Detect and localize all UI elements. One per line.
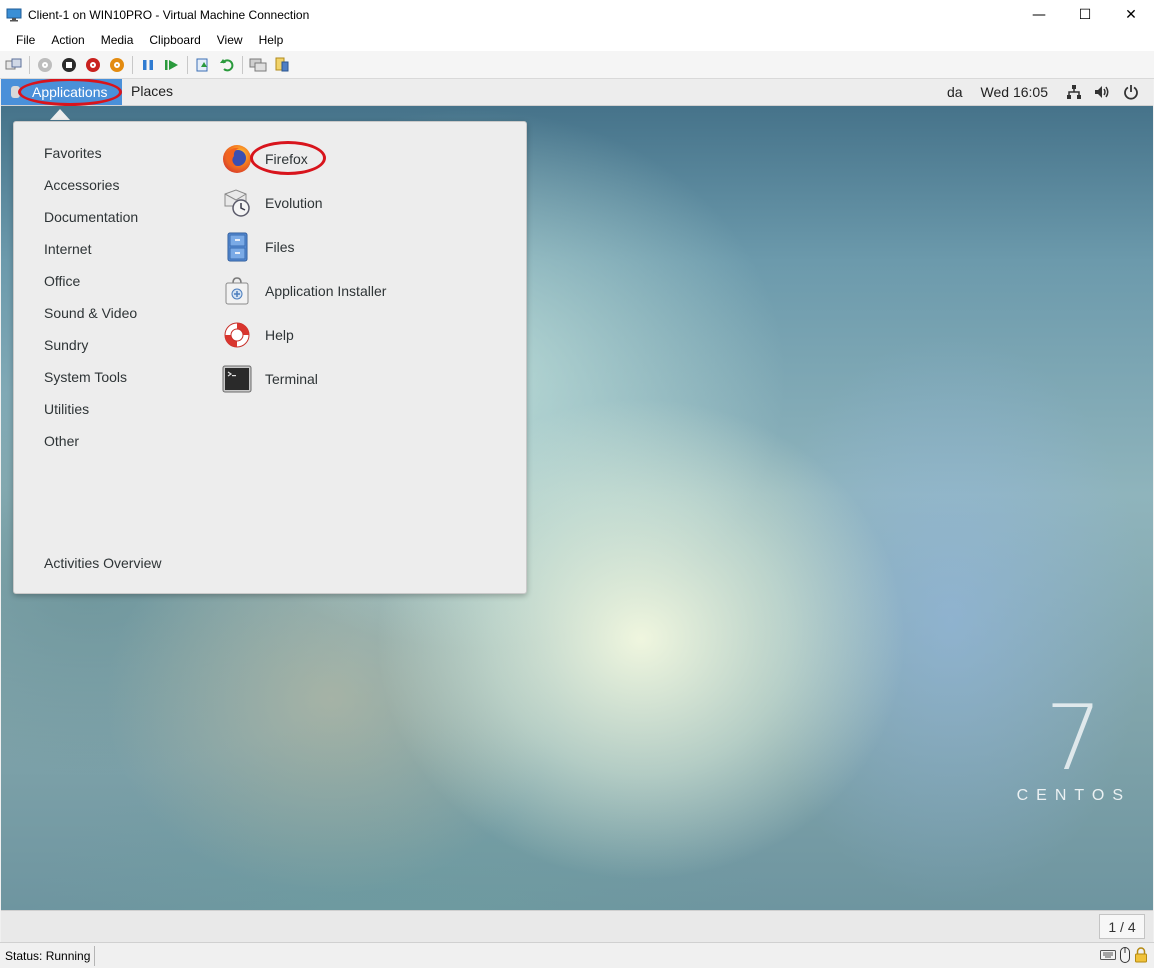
status-bar: Status: Running (0, 942, 1154, 968)
annotation-ellipse (250, 141, 326, 175)
vm-screen[interactable]: Applications Places da Wed 16:05 Favorit… (1, 79, 1153, 910)
volume-icon[interactable] (1094, 84, 1111, 100)
menu-pointer-arrow (50, 109, 70, 120)
shut-down-icon[interactable] (83, 55, 103, 75)
firefox-icon (222, 144, 252, 174)
toolbar-separator (29, 55, 30, 74)
turn-off-icon[interactable] (59, 55, 79, 75)
category-utilities[interactable]: Utilities (44, 401, 89, 417)
app-help[interactable]: Help (222, 319, 294, 351)
keyboard-layout-indicator[interactable]: da (947, 84, 963, 100)
category-accessories[interactable]: Accessories (44, 177, 119, 193)
category-office[interactable]: Office (44, 273, 80, 289)
vm-toolbar (0, 51, 1154, 79)
menu-media[interactable]: Media (93, 33, 142, 47)
app-installer-icon (222, 276, 252, 306)
menu-help[interactable]: Help (251, 33, 292, 47)
app-name: Application Installer (265, 283, 387, 299)
files-icon (222, 232, 252, 262)
centos-wordmark: CENTOS (1016, 787, 1131, 804)
checkpoint-icon[interactable] (193, 55, 213, 75)
app-evolution[interactable]: Evolution (222, 187, 323, 219)
enhanced-session-icon[interactable] (248, 55, 268, 75)
vm-connection-app-icon (6, 8, 22, 22)
workspace-indicator[interactable]: 1 / 4 (1099, 914, 1145, 939)
app-name: Files (265, 239, 295, 255)
evolution-icon (222, 188, 252, 218)
category-sundry[interactable]: Sundry (44, 337, 88, 353)
window-titlebar: Client-1 on WIN10PRO - Virtual Machine C… (0, 0, 1154, 29)
network-icon[interactable] (1066, 84, 1082, 100)
window-title: Client-1 on WIN10PRO - Virtual Machine C… (28, 7, 310, 22)
toolbar-separator (132, 55, 133, 74)
menu-bar: File Action Media Clipboard View Help (0, 29, 1154, 51)
toolbar-separator (187, 55, 188, 74)
category-favorites[interactable]: Favorites (44, 145, 102, 161)
clock[interactable]: Wed 16:05 (981, 84, 1048, 100)
menu-clipboard[interactable]: Clipboard (141, 33, 208, 47)
centos-version-number: 7 (1045, 686, 1103, 791)
close-button[interactable]: ✕ (1108, 0, 1154, 29)
activities-overview[interactable]: Activities Overview (44, 555, 161, 571)
keyboard-icon (1100, 949, 1116, 961)
category-other[interactable]: Other (44, 433, 79, 449)
minimize-button[interactable]: — (1016, 0, 1062, 29)
ctrl-alt-del-icon[interactable] (4, 55, 24, 75)
app-name: Evolution (265, 195, 323, 211)
annotation-ellipse (18, 79, 122, 106)
app-name: Help (265, 327, 294, 343)
close-icon: ✕ (1125, 6, 1137, 23)
menu-action[interactable]: Action (43, 33, 92, 47)
resume-icon[interactable] (162, 55, 182, 75)
revert-icon[interactable] (217, 55, 237, 75)
power-icon[interactable] (1123, 84, 1139, 100)
category-documentation[interactable]: Documentation (44, 209, 138, 225)
toolbar-separator (242, 55, 243, 74)
maximize-button[interactable]: ☐ (1062, 0, 1108, 29)
start-icon[interactable] (35, 55, 55, 75)
category-system-tools[interactable]: System Tools (44, 369, 127, 385)
status-divider (94, 946, 95, 966)
mouse-icon (1120, 947, 1130, 963)
places-menu-button[interactable]: Places (131, 83, 173, 99)
app-files[interactable]: Files (222, 231, 295, 263)
gnome-top-bar: Applications Places da Wed 16:05 (1, 79, 1153, 106)
app-application-installer[interactable]: Application Installer (222, 275, 386, 307)
centos-logo: 7 CENTOS (1016, 686, 1131, 805)
app-terminal[interactable]: Terminal (222, 363, 318, 395)
app-name: Terminal (265, 371, 318, 387)
lock-icon (1134, 947, 1148, 963)
save-icon[interactable] (107, 55, 127, 75)
menu-view[interactable]: View (209, 33, 251, 47)
share-icon[interactable] (272, 55, 292, 75)
category-sound-video[interactable]: Sound & Video (44, 305, 137, 321)
category-internet[interactable]: Internet (44, 241, 91, 257)
gnome-window-list: 1 / 4 (1, 910, 1153, 942)
terminal-icon (222, 364, 252, 394)
maximize-icon: ☐ (1078, 6, 1092, 23)
pause-icon[interactable] (138, 55, 158, 75)
help-lifebuoy-icon (222, 320, 252, 350)
vm-status: Status: Running (5, 949, 91, 963)
minimize-icon: — (1032, 6, 1046, 23)
applications-menu: Favorites Accessories Documentation Inte… (13, 121, 527, 594)
menu-file[interactable]: File (8, 33, 43, 47)
